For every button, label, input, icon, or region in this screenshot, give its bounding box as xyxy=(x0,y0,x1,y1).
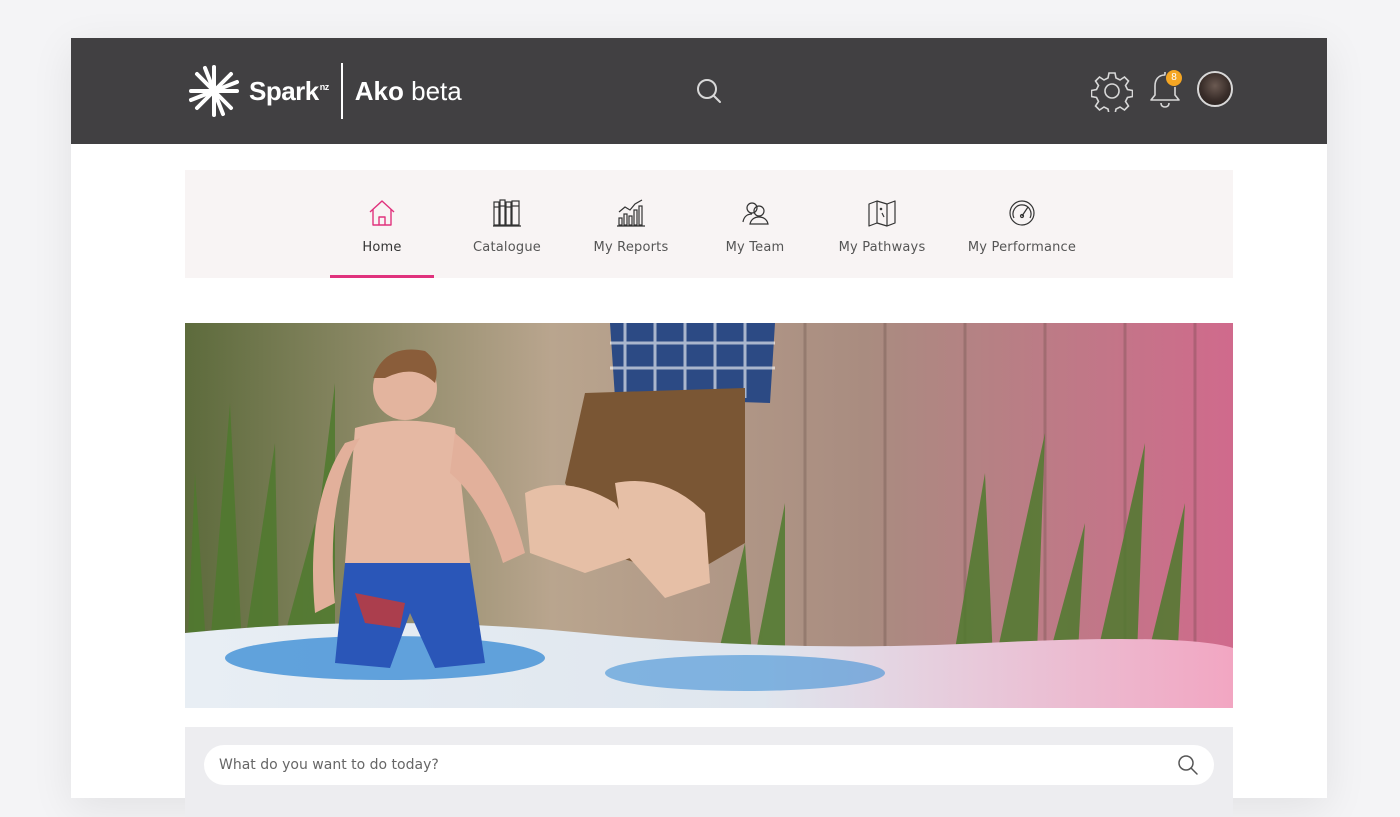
app-name-bold: Ako xyxy=(354,75,404,106)
chart-icon xyxy=(617,199,645,227)
nav-home[interactable]: Home xyxy=(330,170,434,278)
books-icon xyxy=(493,199,521,227)
search-icon[interactable] xyxy=(695,77,723,105)
hero-photo xyxy=(185,323,1233,708)
app-name: Ako beta xyxy=(355,76,462,107)
nav-my-team-label: My Team xyxy=(725,240,785,255)
nav-my-reports-label: My Reports xyxy=(593,240,669,255)
nav-my-reports[interactable]: My Reports xyxy=(579,170,683,278)
gear-icon[interactable] xyxy=(1091,70,1133,112)
spark-star-icon xyxy=(189,65,239,117)
active-tab-indicator xyxy=(330,275,434,278)
logo[interactable]: Sparknz Ako beta xyxy=(185,62,462,120)
logo-divider xyxy=(340,63,343,119)
search-section xyxy=(185,727,1233,817)
brand-name: Sparknz xyxy=(249,75,330,106)
map-icon xyxy=(868,200,896,227)
app-frame: Sparknz Ako beta 8 Home Catalogue My Rep… xyxy=(71,38,1327,817)
gauge-icon xyxy=(1009,200,1035,226)
nav-my-team[interactable]: My Team xyxy=(703,170,807,278)
search-icon[interactable] xyxy=(1177,754,1199,776)
search-input[interactable] xyxy=(204,745,1214,785)
brand-suffix: nz xyxy=(319,81,330,92)
top-bar: Sparknz Ako beta 8 xyxy=(71,38,1327,144)
app-name-rest: beta xyxy=(403,75,462,106)
nav-my-pathways[interactable]: My Pathways xyxy=(830,170,934,278)
nav-catalogue-label: Catalogue xyxy=(473,240,541,255)
nav-my-performance[interactable]: My Performance xyxy=(960,170,1084,278)
avatar[interactable] xyxy=(1197,71,1233,107)
hero-image xyxy=(185,323,1233,708)
team-icon xyxy=(742,202,769,225)
nav-my-performance-label: My Performance xyxy=(967,240,1077,255)
nav-catalogue[interactable]: Catalogue xyxy=(455,170,559,278)
main-nav: Home Catalogue My Reports My Team My Pat… xyxy=(185,170,1233,278)
nav-my-pathways-label: My Pathways xyxy=(838,240,926,255)
notification-badge: 8 xyxy=(1165,69,1183,87)
nav-home-label: Home xyxy=(362,240,402,255)
home-icon xyxy=(369,200,395,226)
